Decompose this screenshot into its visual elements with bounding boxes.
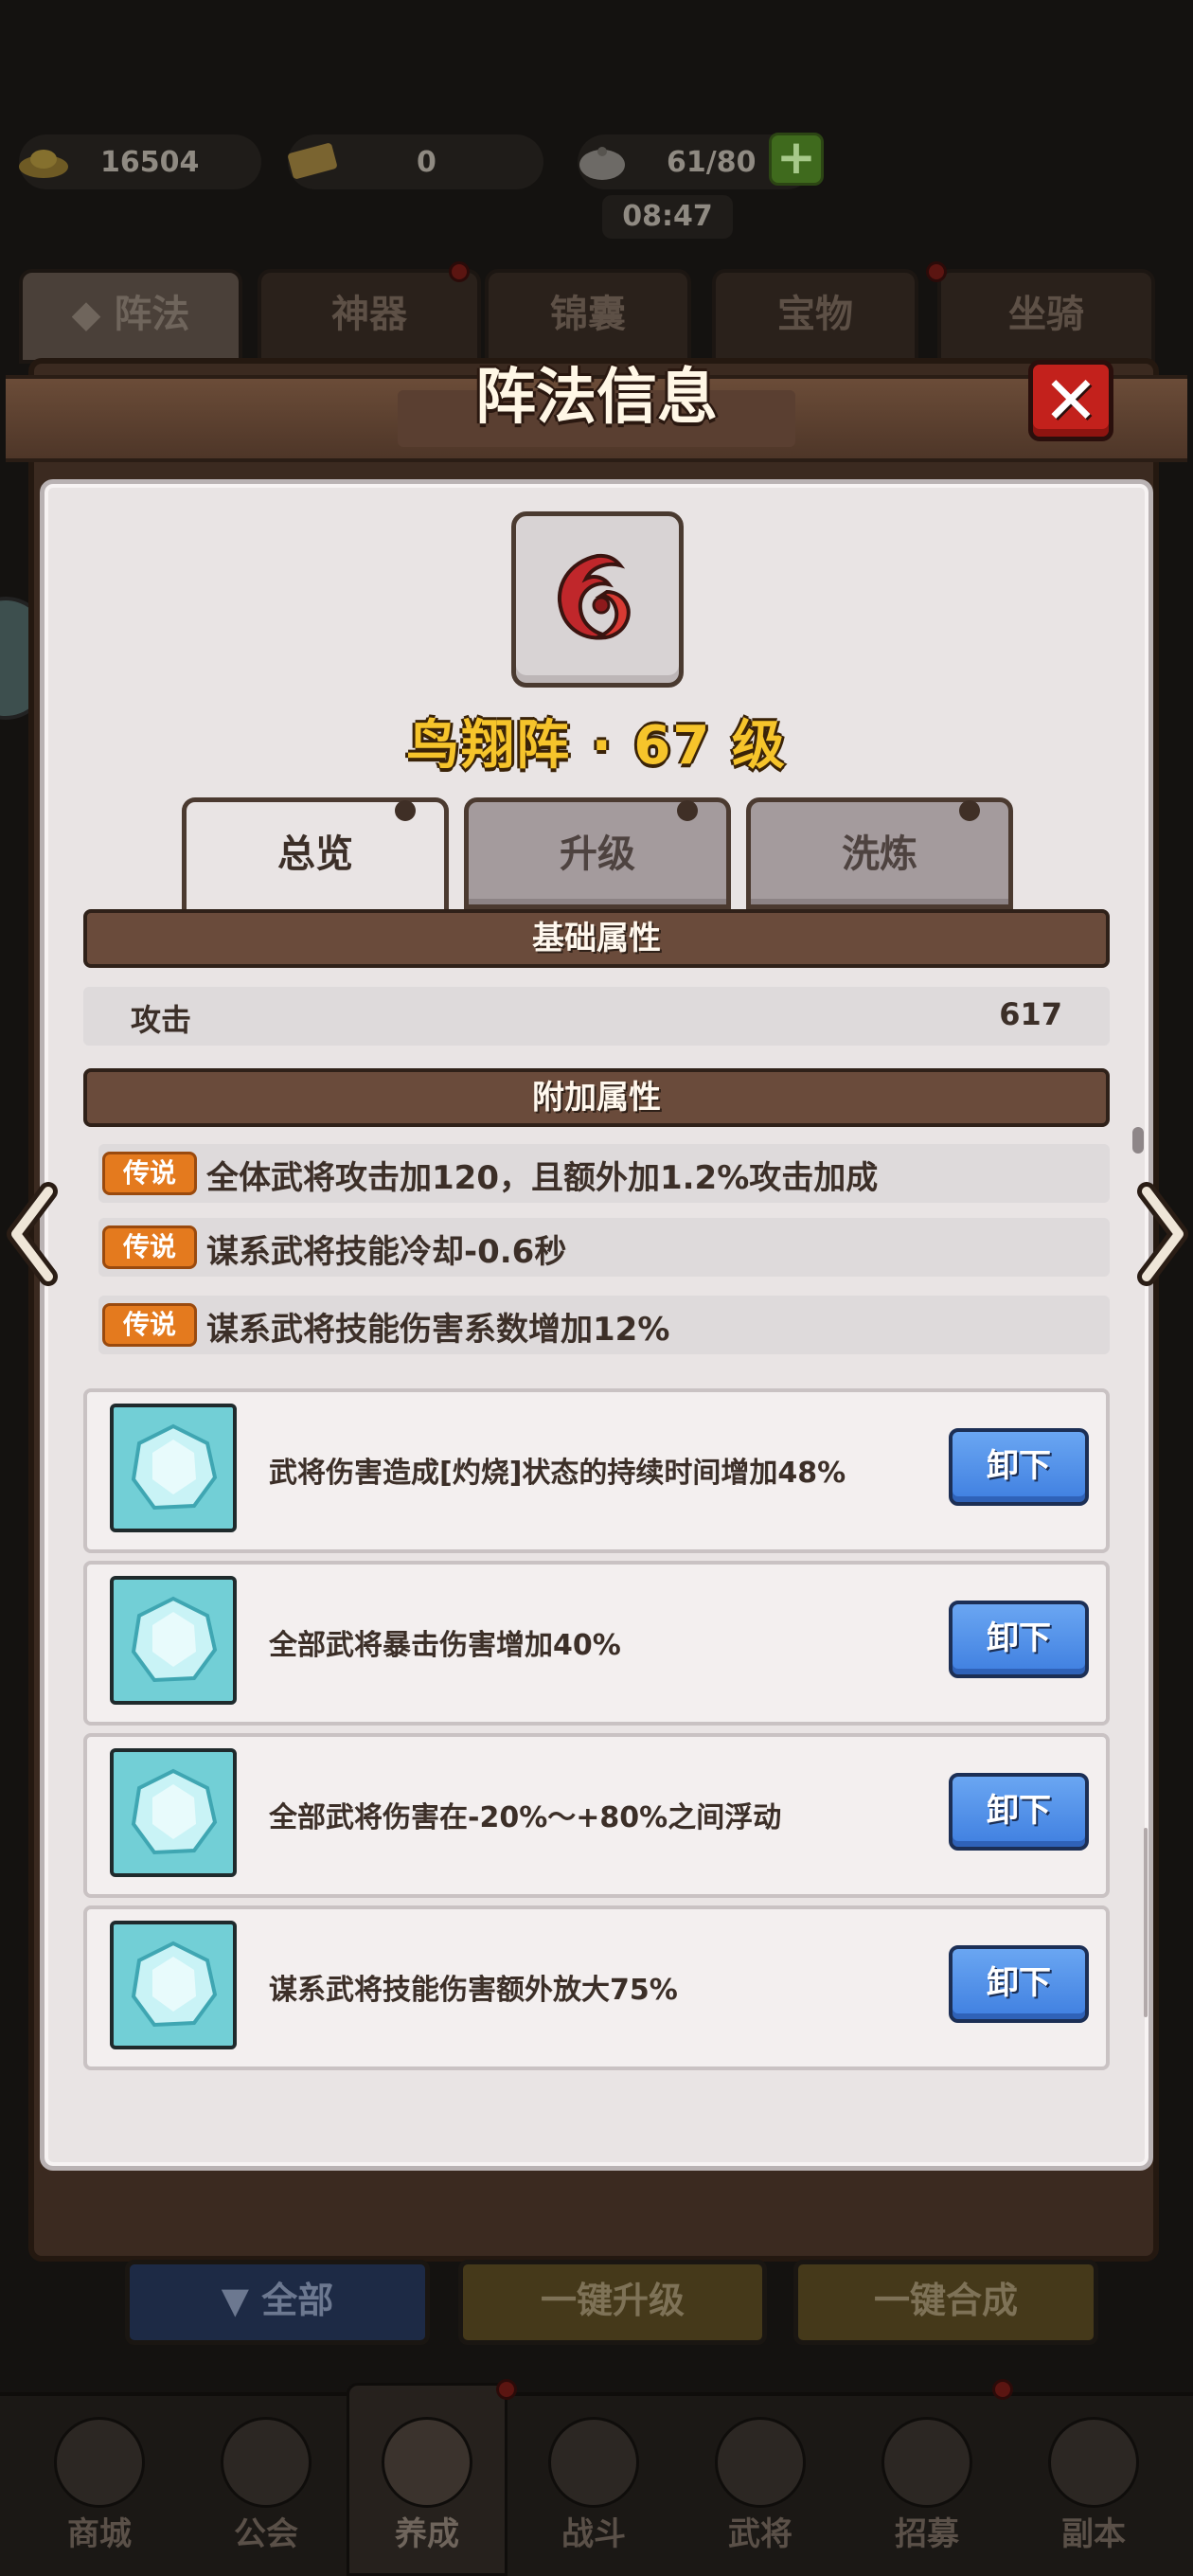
nav-generals-label: 武将 xyxy=(728,2515,792,2553)
extra-stat-row: 传说 谋系武将技能伤害系数增加12% xyxy=(98,1296,1110,1354)
helmet-icon xyxy=(715,2417,806,2508)
unequip-button[interactable]: 卸下 xyxy=(949,1945,1089,2023)
prev-arrow[interactable] xyxy=(0,1172,66,1296)
tab-artifact[interactable]: 神器 xyxy=(258,269,481,364)
tab-overview-label: 总览 xyxy=(277,832,353,876)
nav-battle-label: 战斗 xyxy=(561,2515,626,2553)
tab-upgrade-label: 升级 xyxy=(560,832,635,876)
gem-card: 谋系武将技能伤害额外放大75% 卸下 xyxy=(83,1905,1110,2070)
filter-all-label: 全部 xyxy=(261,2280,334,2321)
gold-counter: 16504 xyxy=(19,134,261,189)
close-button[interactable]: ✕ xyxy=(1028,360,1113,441)
chevron-right-icon xyxy=(1137,1182,1188,1286)
stat-row: 攻击 617 xyxy=(83,987,1110,1046)
crossed-swords-icon xyxy=(548,2417,639,2508)
tab-formation-label: 阵法 xyxy=(114,293,190,336)
legend-badge: 传说 xyxy=(102,1225,197,1269)
tab-notch xyxy=(395,800,416,821)
stat-value: 617 xyxy=(999,996,1062,1032)
stamina-value: 61/80 xyxy=(667,146,757,179)
unequip-button[interactable]: 卸下 xyxy=(949,1601,1089,1678)
nav-recruit-label: 招募 xyxy=(895,2515,959,2553)
tab-treasure[interactable]: 宝物 xyxy=(712,269,918,364)
ticket-icon xyxy=(288,143,337,179)
phoenix-icon xyxy=(558,553,631,640)
chevron-left-icon xyxy=(7,1182,58,1286)
close-icon: ✕ xyxy=(1042,362,1099,439)
gem-effect-text: 武将伤害造成[灼烧]状态的持续时间增加48% xyxy=(269,1457,846,1490)
gem-effect-text: 全部武将暴击伤害增加40% xyxy=(269,1629,621,1662)
legend-badge: 传说 xyxy=(102,1303,197,1347)
extra-stats-header: 附加属性 xyxy=(83,1068,1110,1127)
ticket-value: 0 xyxy=(417,146,436,179)
formation-emblem xyxy=(511,511,684,688)
tab-notch xyxy=(959,800,980,821)
tab-overview[interactable]: 总览 xyxy=(182,797,449,915)
tab-upgrade[interactable]: 升级 xyxy=(464,797,731,909)
stamina-timer: 08:47 xyxy=(602,195,733,239)
next-arrow[interactable] xyxy=(1129,1172,1193,1296)
nav-dungeon[interactable]: 副本 xyxy=(1013,2406,1174,2567)
gem-card: 武将伤害造成[灼烧]状态的持续时间增加48% 卸下 xyxy=(83,1388,1110,1553)
extra-stat-row: 传说 谋系武将技能冷却-0.6秒 xyxy=(98,1218,1110,1277)
nav-generals[interactable]: 武将 xyxy=(680,2406,841,2567)
unequip-button[interactable]: 卸下 xyxy=(949,1773,1089,1851)
gold-value: 16504 xyxy=(100,146,200,179)
nav-guild-label: 公会 xyxy=(234,2515,298,2553)
extra-stat-row: 传说 全体武将攻击加120，且额外加1.2%攻击加成 xyxy=(98,1144,1110,1203)
gem-card: 全部武将伤害在-20%～+80%之间浮动 卸下 xyxy=(83,1733,1110,1898)
shield-icon xyxy=(221,2417,312,2508)
notification-dot xyxy=(496,2379,517,2400)
tab-formation[interactable]: ◆ 阵法 xyxy=(19,269,242,364)
notification-dot xyxy=(449,261,470,282)
modal-title: 阵法信息 xyxy=(475,363,718,433)
diamond-gem-icon xyxy=(110,1748,237,1877)
nav-guild[interactable]: 公会 xyxy=(186,2406,347,2567)
nav-shop-label: 商城 xyxy=(67,2515,132,2553)
tab-refine-label: 洗炼 xyxy=(842,832,917,876)
nav-develop-label: 养成 xyxy=(395,2515,459,2553)
nav-recruit[interactable]: 招募 xyxy=(846,2406,1007,2567)
legend-badge: 传说 xyxy=(102,1152,197,1195)
coin-icon xyxy=(54,2417,145,2508)
gem-effect-text: 谋系武将技能伤害额外放大75% xyxy=(269,1974,678,2007)
stat-name: 攻击 xyxy=(131,1002,192,1038)
bun-icon xyxy=(579,147,625,180)
extra-stat-text: 谋系武将技能伤害系数增加12% xyxy=(206,1311,670,1349)
recruit-icon xyxy=(881,2417,972,2508)
base-stats-header: 基础属性 xyxy=(83,909,1110,968)
tab-refine[interactable]: 洗炼 xyxy=(746,797,1013,909)
notification-dot xyxy=(992,2379,1013,2400)
extra-stat-text: 谋系武将技能冷却-0.6秒 xyxy=(206,1233,567,1271)
tab-notch xyxy=(677,800,698,821)
tab-bag[interactable]: 锦囊 xyxy=(485,269,691,364)
unequip-button[interactable]: 卸下 xyxy=(949,1428,1089,1506)
filter-all-button[interactable]: ▼ 全部 xyxy=(125,2260,430,2345)
gold-ingot-icon xyxy=(19,150,68,178)
ticket-counter: 0 xyxy=(288,134,543,189)
gem-effect-text: 全部武将伤害在-20%～+80%之间浮动 xyxy=(269,1801,782,1834)
merge-all-button[interactable]: 一键合成 xyxy=(793,2260,1098,2345)
formation-name: 鸟翔阵 · 67 级 xyxy=(406,715,787,777)
nav-dungeon-label: 副本 xyxy=(1061,2515,1126,2553)
notification-dot xyxy=(926,261,947,282)
resource-bar: 16504 0 61/80 xyxy=(0,123,1193,199)
dungeon-icon xyxy=(1048,2417,1139,2508)
diamond-gem-icon xyxy=(110,1576,237,1705)
scrollbar-marker xyxy=(1132,1127,1144,1154)
phoenix-icon xyxy=(382,2417,472,2508)
scrollbar[interactable] xyxy=(1144,1828,1148,2017)
tab-mount[interactable]: 坐骑 xyxy=(937,269,1155,364)
gem-card: 全部武将暴击伤害增加40% 卸下 xyxy=(83,1561,1110,1726)
extra-stat-text: 全体武将攻击加120，且额外加1.2%攻击加成 xyxy=(206,1159,879,1197)
diamond-gem-icon xyxy=(110,1921,237,2049)
upgrade-all-button[interactable]: 一键升级 xyxy=(458,2260,767,2345)
add-stamina-button[interactable]: + xyxy=(769,133,824,186)
nav-battle[interactable]: 战斗 xyxy=(513,2406,674,2567)
diamond-gem-icon xyxy=(110,1404,237,1532)
nav-shop[interactable]: 商城 xyxy=(19,2406,180,2567)
nav-develop[interactable]: 养成 xyxy=(347,2406,507,2567)
